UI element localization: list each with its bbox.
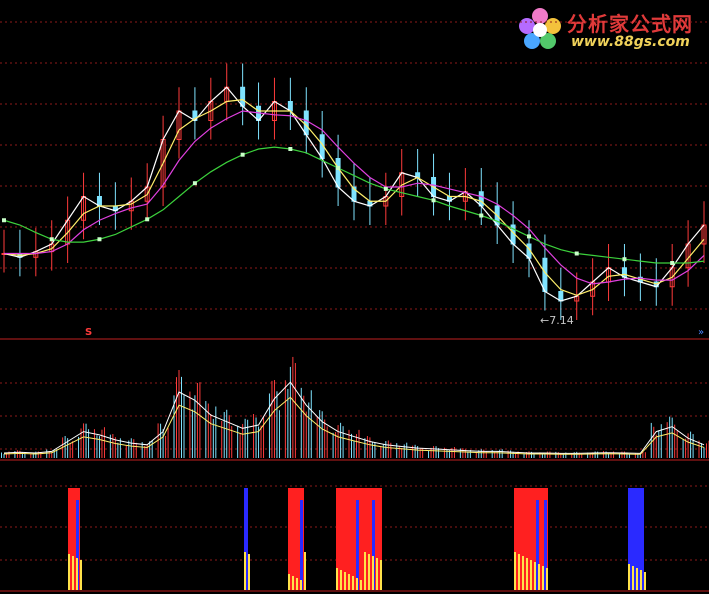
signal-bar-blue <box>300 500 303 590</box>
ma-marker <box>145 217 150 222</box>
signal-bar-yellow <box>640 570 642 590</box>
signal-bar-yellow <box>80 560 82 590</box>
ma-marker <box>288 147 293 151</box>
signal-bar-yellow <box>530 560 532 590</box>
signal-bar-yellow <box>68 554 70 590</box>
signal-bar-yellow <box>364 552 366 590</box>
signal-bar-yellow <box>344 572 346 590</box>
signal-bar-yellow <box>336 568 338 590</box>
stock-chart <box>0 21 709 592</box>
signal-bar-yellow <box>376 558 378 590</box>
ma-marker <box>431 198 436 203</box>
signal-bar-yellow <box>300 580 302 590</box>
candle-body <box>303 110 309 136</box>
signal-bar-yellow <box>372 556 374 590</box>
signal-bar-yellow <box>76 558 78 590</box>
ma-marker <box>479 213 484 218</box>
signal-bar-yellow <box>244 552 246 590</box>
signal-bar-yellow <box>360 580 362 590</box>
signal-bar-yellow <box>546 568 548 590</box>
signal-bar-yellow <box>380 560 382 590</box>
min-price-value: 7.14 <box>549 314 574 327</box>
signal-bar-yellow <box>248 554 250 590</box>
signal-bar-yellow <box>340 570 342 590</box>
signal-bar-yellow <box>518 554 520 590</box>
signal-bar-yellow <box>368 554 370 590</box>
signal-bar-yellow <box>632 566 634 590</box>
signal-bar-yellow <box>72 556 74 590</box>
ma-marker <box>240 152 245 157</box>
ma-marker <box>336 166 341 170</box>
signal-bar-yellow <box>636 568 638 590</box>
min-price-label: ←7.14 <box>540 314 574 327</box>
candle-body <box>335 158 341 188</box>
signal-bar-yellow <box>352 576 354 590</box>
signal-bar-yellow <box>356 578 358 590</box>
signal-bar-yellow <box>296 578 298 590</box>
scroll-right-icon[interactable]: » <box>698 327 704 338</box>
ma-marker <box>670 261 675 265</box>
signal-bar-yellow <box>304 552 306 590</box>
signal-bar-yellow <box>514 552 516 590</box>
signal-bar-yellow <box>288 574 290 590</box>
signal-bar-yellow <box>534 562 536 590</box>
ma-marker <box>2 218 6 223</box>
ma-marker <box>383 186 388 191</box>
signal-bar-yellow <box>644 572 646 590</box>
ma-marker <box>192 181 197 186</box>
signal-bar-yellow <box>538 564 540 590</box>
ma-marker <box>49 237 54 242</box>
candle-body <box>240 86 246 107</box>
ma-marker <box>622 257 627 262</box>
ma-marker <box>574 251 579 256</box>
signal-bar-yellow <box>628 564 630 590</box>
signal-bar-yellow <box>522 556 524 590</box>
candle-body <box>478 191 484 207</box>
signal-bar-yellow <box>526 558 528 590</box>
signal-bar-blue <box>356 500 359 590</box>
ma-marker <box>97 237 102 242</box>
signal-bar-yellow <box>348 574 350 590</box>
signal-bar-yellow <box>292 576 294 590</box>
ma-marker <box>527 234 531 239</box>
signal-bar-yellow <box>542 566 544 590</box>
signal-marker: S <box>85 327 93 338</box>
